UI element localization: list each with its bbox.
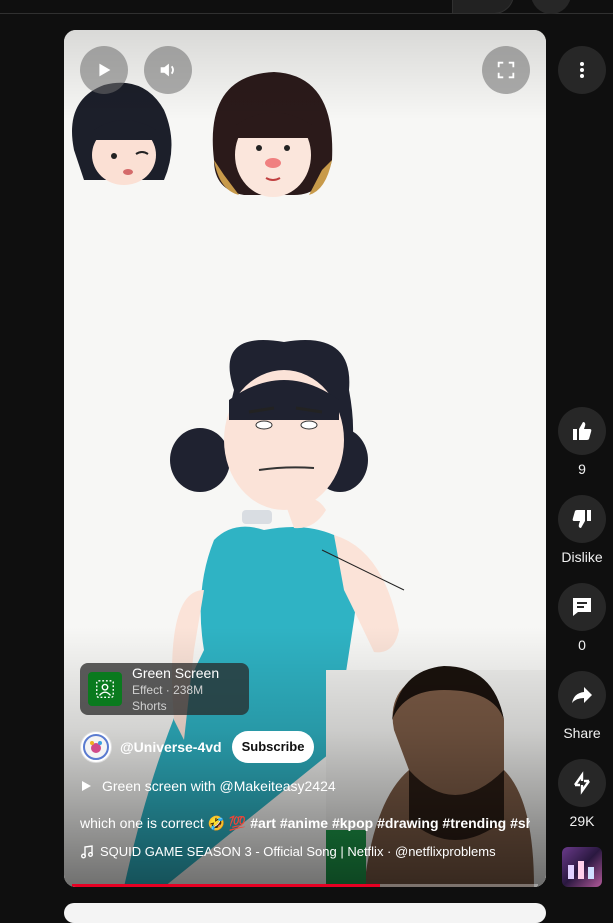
like-action: 9 [552, 407, 612, 477]
music-title: SQUID GAME SEASON 3 - Official Song | Ne… [100, 844, 496, 859]
like-count: 9 [578, 461, 586, 477]
music-link[interactable]: SQUID GAME SEASON 3 - Official Song | Ne… [80, 844, 530, 859]
description-hashtags[interactable]: #art #anime #kpop #drawing #trending #sh [250, 815, 530, 831]
effect-title: Green Screen [131, 665, 220, 681]
dislike-label: Dislike [561, 549, 603, 565]
comment-count: 0 [578, 637, 586, 653]
comment-action: 0 [552, 583, 612, 653]
channel-name[interactable]: @Universe-4vd [120, 739, 222, 755]
thumb-up-icon [573, 422, 592, 440]
volume-icon [160, 63, 174, 77]
remix-button[interactable] [558, 759, 606, 807]
share-icon [572, 687, 592, 703]
remix-count: 29K [569, 813, 595, 829]
fullscreen-icon [497, 61, 515, 79]
effect-chip[interactable]: Green Screen Effect · 238M Shorts [80, 663, 249, 715]
more-vert-icon [580, 62, 584, 78]
volume-button[interactable] [144, 46, 192, 94]
comment-button[interactable] [558, 583, 606, 631]
sound-thumbnail[interactable] [562, 847, 602, 887]
play-icon [82, 781, 91, 791]
linked-video[interactable]: Green screen with @Makeiteasy2424 [80, 778, 336, 794]
comment-icon [573, 598, 591, 616]
shorts-player[interactable]: Green Screen Effect · 238M Shorts @Unive… [64, 30, 546, 887]
share-label: Share [563, 725, 601, 741]
top-bar [0, 0, 613, 14]
more-options-button[interactable] [558, 46, 606, 94]
progress-bar[interactable] [72, 884, 538, 887]
music-note-icon [81, 844, 93, 858]
thumb-down-icon [572, 510, 591, 528]
dislike-action: Dislike [552, 495, 612, 565]
description-text: which one is correct 🤣 💯 [80, 815, 251, 831]
play-icon [99, 63, 111, 77]
next-short-preview[interactable] [64, 903, 546, 923]
like-button[interactable] [558, 407, 606, 455]
linked-video-title: Green screen with @Makeiteasy2424 [102, 778, 336, 794]
video-description[interactable]: which one is correct 🤣 💯 #art #anime #kp… [80, 815, 530, 832]
share-button[interactable] [558, 671, 606, 719]
progress-fill [72, 884, 380, 887]
remix-icon [574, 771, 590, 795]
create-button[interactable] [531, 0, 571, 14]
remix-action: 29K [552, 759, 612, 829]
effect-subtitle: Effect · 238M Shorts [131, 683, 204, 713]
dislike-button[interactable] [558, 495, 606, 543]
green-screen-icon [88, 672, 122, 706]
channel-row: @Universe-4vd Subscribe [80, 730, 315, 764]
subscribe-button[interactable]: Subscribe [231, 731, 315, 763]
play-button[interactable] [80, 46, 128, 94]
search-button[interactable] [452, 0, 514, 14]
share-action: Share [552, 671, 612, 741]
fullscreen-button[interactable] [482, 46, 530, 94]
avatar[interactable] [80, 731, 112, 763]
top-gradient [64, 30, 546, 120]
